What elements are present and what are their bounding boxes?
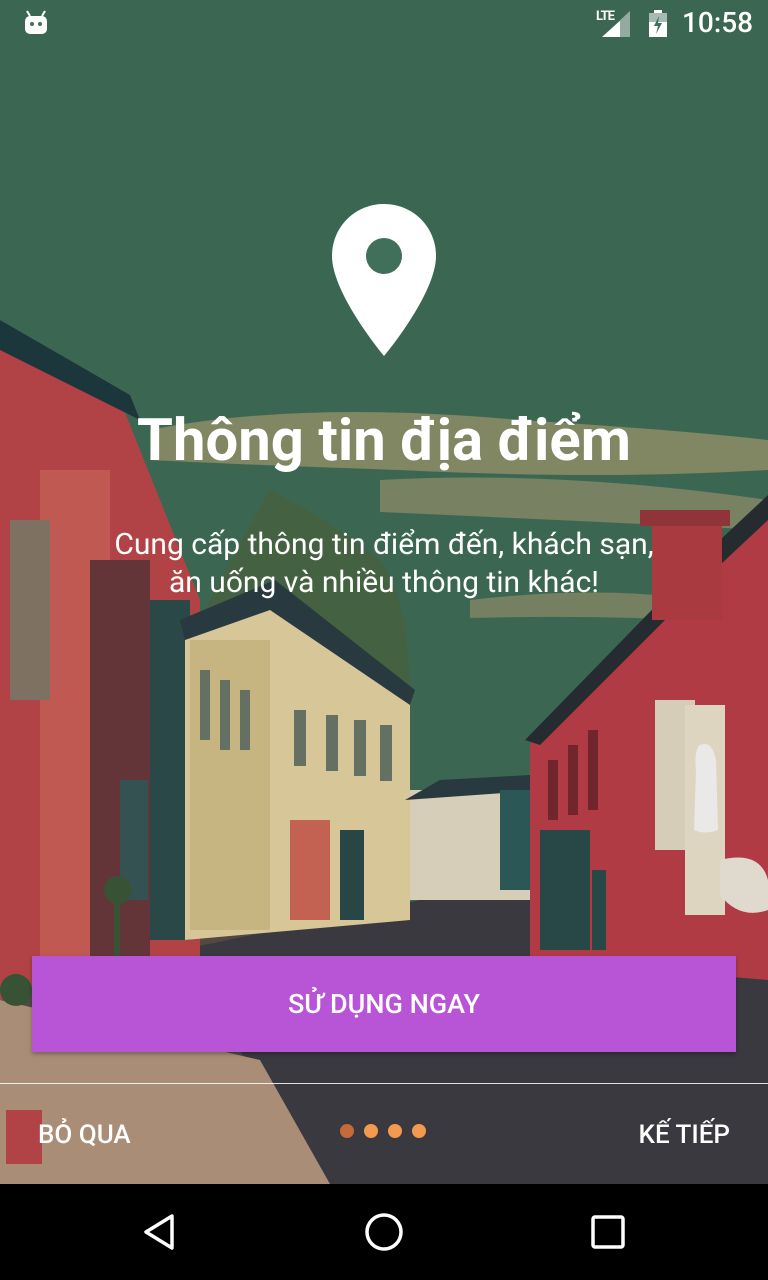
- description-line-2: ăn uống và nhiều thông tin khác!: [168, 565, 600, 600]
- skip-button[interactable]: BỎ QUA: [38, 1120, 131, 1150]
- recents-icon[interactable]: [584, 1208, 632, 1256]
- page-dot-1: [340, 1124, 354, 1138]
- description-line-1: Cung cấp thông tin điểm đến, khách sạn,: [114, 527, 654, 562]
- page-indicator: [340, 1124, 426, 1138]
- next-button[interactable]: KẾ TIẾP: [639, 1120, 730, 1150]
- home-icon[interactable]: [360, 1208, 408, 1256]
- status-bar: LTE 10:58: [0, 0, 768, 48]
- onboarding-screen: LTE 10:58 Thông tin địa điểm Cung cấp th…: [0, 0, 768, 1184]
- page-title: Thông tin địa điểm: [137, 407, 631, 475]
- use-now-button[interactable]: SỬ DỤNG NGAY: [32, 956, 736, 1052]
- clock: 10:58: [682, 6, 754, 39]
- signal-icon: [602, 11, 630, 37]
- battery-icon: [649, 10, 667, 37]
- page-dot-3: [388, 1124, 402, 1138]
- android-icon: [25, 10, 47, 34]
- location-pin-icon: [332, 204, 436, 356]
- navigation-bar: [0, 1184, 768, 1280]
- page-dot-4: [412, 1124, 426, 1138]
- page-dot-2: [364, 1124, 378, 1138]
- footer-divider: [0, 1083, 768, 1084]
- page-description: Cung cấp thông tin điểm đến, khách sạn, …: [80, 526, 688, 602]
- back-icon[interactable]: [136, 1208, 184, 1256]
